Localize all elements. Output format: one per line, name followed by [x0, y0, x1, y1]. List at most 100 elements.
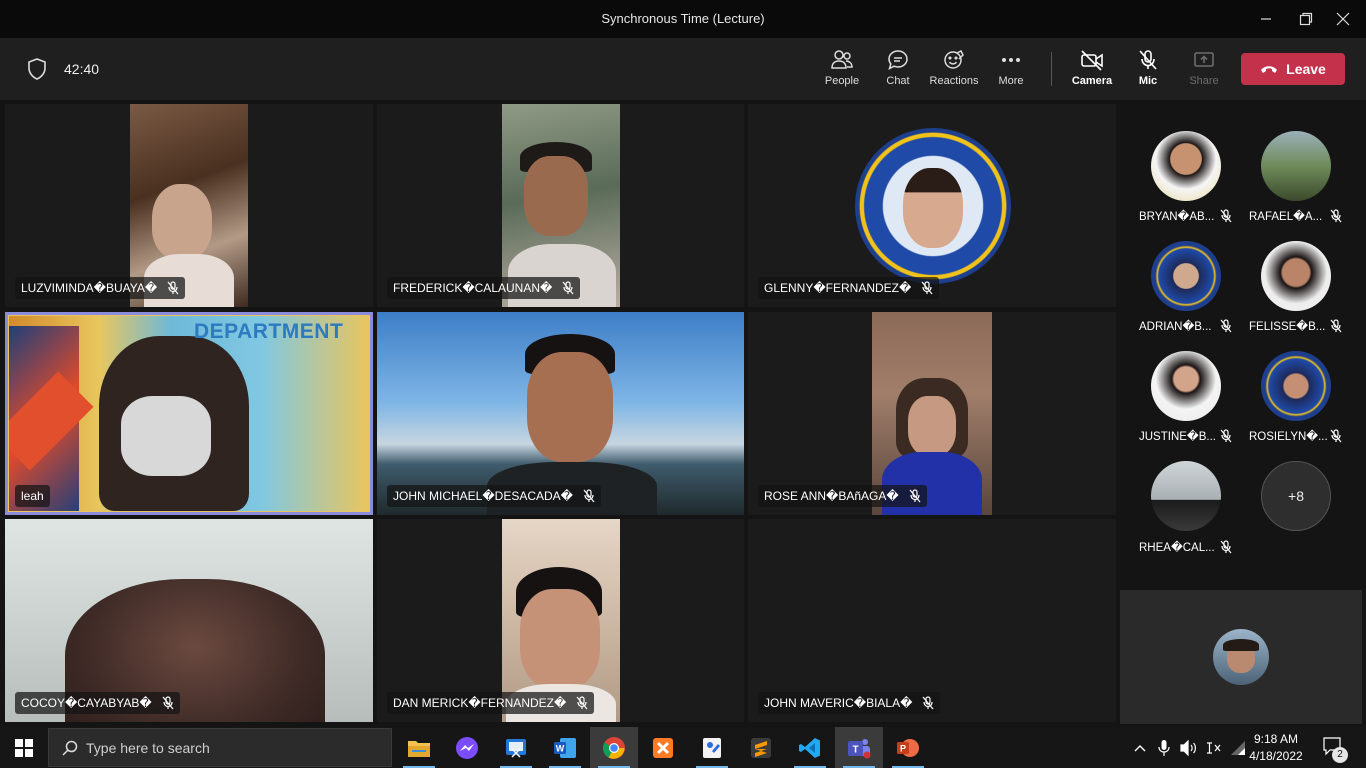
participant-tile[interactable]: JOHN MICHAEL�DESACADA� — [377, 312, 744, 515]
participant-nametag: GLENNY�FERNANDEZ� — [758, 277, 940, 299]
participant-tile[interactable]: DAN MERICK�FERNANDEZ� — [377, 519, 744, 722]
mic-muted-icon — [922, 696, 934, 710]
video-overlay-text: DEPARTMENT — [194, 320, 344, 343]
participant-nametag: JOHN MICHAEL�DESACADA� — [387, 485, 601, 507]
chat-label: Chat — [886, 75, 910, 87]
roster-name: FELISSE�B... — [1249, 321, 1326, 333]
more-icon — [1002, 58, 1020, 62]
participant-name: FREDERICK�CALAUNAN� — [393, 281, 553, 295]
notification-center-button[interactable]: 2 — [1322, 735, 1348, 763]
taskbar-app[interactable] — [395, 727, 443, 768]
mic-button[interactable]: Mic — [1120, 49, 1176, 93]
close-window-button[interactable] — [1320, 0, 1366, 38]
shield-icon[interactable] — [27, 58, 47, 80]
windows-taskbar: W T P 9:18 AM 4/18/2022 2 — [0, 727, 1366, 768]
word-icon: W — [554, 737, 576, 758]
taskbar-app[interactable] — [639, 727, 687, 768]
taskbar-app[interactable]: P — [884, 727, 932, 768]
start-button[interactable] — [0, 727, 48, 768]
taskbar-app[interactable] — [492, 727, 540, 768]
mic-muted-icon — [1220, 429, 1232, 443]
mic-muted-icon — [1330, 429, 1342, 443]
more-button[interactable]: More — [983, 49, 1039, 93]
mic-muted-icon — [562, 281, 574, 295]
roster-name: ADRIAN�B... — [1139, 321, 1212, 333]
powerpoint-icon: P — [897, 738, 919, 757]
mic-muted-icon — [1220, 209, 1232, 223]
leave-label: Leave — [1286, 61, 1326, 77]
mic-label: Mic — [1138, 75, 1158, 87]
reactions-label: Reactions — [929, 75, 979, 87]
self-view[interactable] — [1120, 590, 1362, 724]
leave-button[interactable]: Leave — [1241, 53, 1345, 85]
participant-nametag: ROSE ANN�BAñAGA� — [758, 485, 927, 507]
minimize-icon — [1261, 18, 1271, 20]
self-avatar — [1213, 629, 1269, 685]
participant-nametag: FREDERICK�CALAUNAN� — [387, 277, 581, 299]
participant-tile[interactable]: GLENNY�FERNANDEZ� — [748, 104, 1116, 307]
participant-name: LUZVIMINDA�BUAYA� — [21, 281, 158, 295]
participant-tile-active-speaker[interactable]: DEPARTMENT leah — [5, 312, 373, 515]
taskbar-clock[interactable]: 9:18 AM 4/18/2022 — [1240, 731, 1312, 765]
participant-tile[interactable]: JOHN MAVERIC�BIALA� — [748, 519, 1116, 722]
svg-text:W: W — [556, 743, 565, 753]
taskbar-app[interactable]: W — [541, 727, 589, 768]
participant-roster: BRYAN�AB... RAFAEL�A... ADRIAN�B... FELI… — [1120, 100, 1366, 590]
mic-muted-icon — [167, 281, 179, 295]
sublime-text-icon — [751, 737, 771, 758]
participant-tile[interactable]: COCOY�CAYABYAB� — [5, 519, 373, 722]
mic-muted-icon — [1330, 209, 1342, 223]
people-button[interactable]: People — [814, 49, 870, 93]
show-hidden-icons-button[interactable] — [1128, 727, 1152, 768]
people-icon — [831, 50, 853, 69]
mic-muted-icon — [583, 489, 595, 503]
participant-video: DEPARTMENT — [9, 316, 369, 511]
participant-name: DAN MERICK�FERNANDEZ� — [393, 696, 567, 710]
mic-off-icon — [1139, 50, 1157, 70]
roster-avatar[interactable] — [1151, 351, 1221, 421]
svg-text:P: P — [900, 743, 906, 753]
taskbar-app[interactable] — [590, 727, 638, 768]
participant-avatar — [855, 128, 1011, 284]
file-explorer-icon — [408, 740, 430, 757]
microphone-tray-button[interactable] — [1152, 727, 1176, 768]
volume-tray-button[interactable] — [1176, 727, 1202, 768]
roster-name: JUSTINE�B... — [1139, 431, 1216, 443]
participant-name: COCOY�CAYABYAB� — [21, 696, 152, 710]
window-title: Synchronous Time (Lecture) — [601, 11, 765, 26]
taskbar-app[interactable] — [443, 727, 491, 768]
roster-avatar[interactable] — [1151, 131, 1221, 201]
roster-name: BRYAN�AB... — [1139, 211, 1215, 223]
mic-muted-icon — [576, 696, 588, 710]
clock-date: 4/18/2022 — [1249, 749, 1303, 763]
roster-avatar[interactable] — [1261, 241, 1331, 311]
taskbar-search[interactable] — [48, 728, 392, 767]
title-bar: Synchronous Time (Lecture) — [0, 0, 1366, 38]
reactions-button[interactable]: Reactions — [926, 49, 982, 93]
taskbar-app[interactable] — [688, 727, 736, 768]
windows-logo-icon — [15, 738, 33, 757]
more-participants-button[interactable]: +8 — [1261, 461, 1331, 531]
participant-tile[interactable]: FREDERICK�CALAUNAN� — [377, 104, 744, 307]
chat-button[interactable]: Chat — [870, 49, 926, 93]
language-tray-button[interactable] — [1202, 727, 1226, 768]
participant-tile[interactable]: LUZVIMINDA�BUAYA� — [5, 104, 373, 307]
taskbar-app[interactable]: T — [835, 727, 883, 768]
xampp-icon — [653, 737, 673, 758]
share-button[interactable]: Share — [1176, 49, 1232, 93]
roster-avatar[interactable] — [1151, 461, 1221, 531]
search-input[interactable] — [86, 739, 366, 756]
taskbar-app[interactable] — [737, 727, 785, 768]
taskbar-app[interactable] — [786, 727, 834, 768]
mic-muted-icon — [1330, 319, 1342, 333]
vscode-icon — [799, 737, 820, 758]
microphone-icon — [1158, 739, 1170, 756]
roster-avatar[interactable] — [1261, 351, 1331, 421]
chevron-up-icon — [1134, 744, 1146, 751]
roster-avatar[interactable] — [1151, 241, 1221, 311]
toolbar-divider — [1051, 52, 1052, 86]
volume-icon — [1180, 739, 1196, 756]
roster-avatar[interactable] — [1261, 131, 1331, 201]
camera-button[interactable]: Camera — [1064, 49, 1120, 93]
participant-tile[interactable]: ROSE ANN�BAñAGA� — [748, 312, 1116, 515]
